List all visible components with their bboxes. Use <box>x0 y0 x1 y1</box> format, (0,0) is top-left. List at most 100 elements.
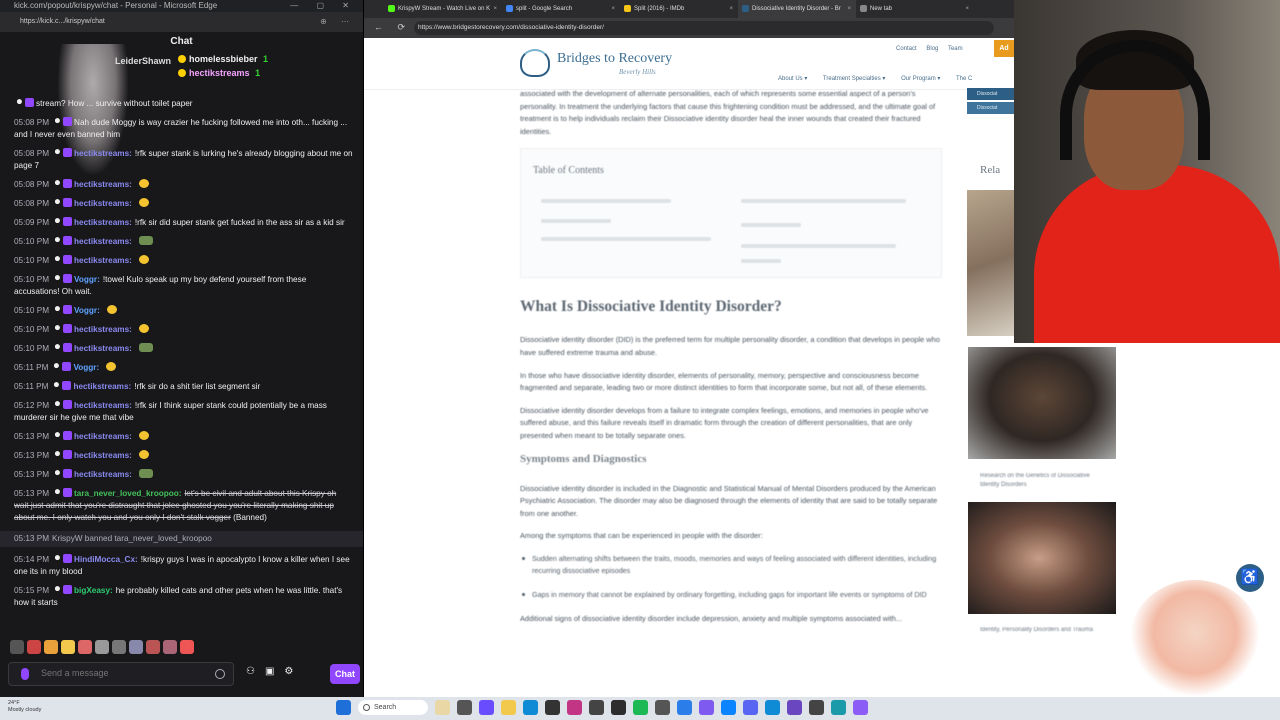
gifter-row[interactable]: homelessbieber 1 <box>178 54 268 64</box>
app-icon[interactable] <box>853 700 868 715</box>
app-icon[interactable] <box>765 700 780 715</box>
logo-icon[interactable] <box>520 49 550 77</box>
emote-icon[interactable] <box>44 640 58 654</box>
browser-tab[interactable]: Split (2016) - IMDb × <box>620 0 738 18</box>
nav-program[interactable]: Our Program ▾ <box>901 76 940 82</box>
app-icon[interactable] <box>479 700 494 715</box>
chat-input-box[interactable] <box>8 662 234 686</box>
app-icon[interactable] <box>677 700 692 715</box>
emote-icon[interactable] <box>27 640 41 654</box>
message-username[interactable]: hectikstreams: <box>74 199 132 208</box>
table-of-contents[interactable]: Table of Contents <box>520 148 942 279</box>
widget-icon[interactable] <box>435 700 450 715</box>
link-contact[interactable]: Contact <box>896 46 917 52</box>
emote-icon[interactable] <box>10 640 24 654</box>
message-username[interactable]: Voggr: <box>74 306 100 315</box>
message-username[interactable]: hectikstreams: <box>74 432 132 441</box>
emote-picker-icon[interactable] <box>215 669 225 679</box>
message-username[interactable]: Voggr: <box>73 363 99 372</box>
message-username[interactable]: hectikstreams: <box>74 451 132 460</box>
app-icon[interactable] <box>567 700 582 715</box>
link-team[interactable]: Team <box>948 46 963 52</box>
accessibility-icon[interactable]: ♿ <box>1236 564 1264 592</box>
message-username[interactable]: tara_never_loved_kroopoo: <box>74 489 181 498</box>
section-heading: What Is Dissociative Identity Disorder? <box>520 298 782 316</box>
message-username[interactable]: hectikstreams: <box>74 218 132 227</box>
related-article-caption[interactable]: Research on the Genetics of Dissociative… <box>980 472 1100 490</box>
message-username[interactable]: hectikstreams: <box>74 344 132 353</box>
emote-icon[interactable] <box>78 640 92 654</box>
gifter-left[interactable]: LeiderShawn <box>115 56 171 66</box>
app-icon[interactable] <box>831 700 846 715</box>
app-icon[interactable] <box>655 700 670 715</box>
emote-icon[interactable] <box>129 640 143 654</box>
message-username[interactable]: hectikstreams: <box>74 256 132 265</box>
emote-icon[interactable] <box>61 640 75 654</box>
related-article-caption[interactable]: Identity, Personality Disorders and Trau… <box>980 626 1100 635</box>
app-icon[interactable] <box>589 700 604 715</box>
chat-messages[interactable]: stream? How ... survive without toilet p… <box>0 98 363 638</box>
close-icon[interactable]: × <box>729 0 733 18</box>
message-username[interactable]: hectikstreams: <box>74 237 132 246</box>
emote-icon[interactable] <box>146 640 160 654</box>
app-icon[interactable] <box>787 700 802 715</box>
browser-tab[interactable]: New tab × <box>856 0 974 18</box>
browser-tab[interactable]: Dissociative Identity Disorder - Br × <box>738 0 856 18</box>
related-article-image[interactable] <box>968 347 1116 459</box>
window-controls[interactable]: — ▢ ✕ <box>290 0 357 12</box>
app-icon[interactable] <box>545 700 560 715</box>
app-icon[interactable] <box>721 700 736 715</box>
emote-icon[interactable] <box>180 640 194 654</box>
weather-widget[interactable]: 24°F Mostly cloudy <box>8 700 41 714</box>
message-username[interactable]: Voggr: <box>74 275 100 284</box>
emote-icon[interactable] <box>163 640 177 654</box>
app-icon[interactable] <box>633 700 648 715</box>
taskbar-search[interactable]: Search <box>358 700 428 715</box>
zoom-icon[interactable]: ⊕ ⋯ <box>320 12 355 32</box>
message-username[interactable]: bigXeasy: <box>74 586 113 595</box>
message-username[interactable]: hectikstreams: <box>74 149 132 158</box>
related-image[interactable] <box>967 190 1014 336</box>
chat-url-bar[interactable]: https://kick.c.../krispyw/chat ⊕ ⋯ <box>0 12 363 32</box>
discord-icon[interactable] <box>743 700 758 715</box>
close-icon[interactable]: × <box>493 0 497 18</box>
emote-icon <box>106 305 117 314</box>
nav-more[interactable]: The C <box>956 76 972 82</box>
message-username[interactable]: hectikstreams: <box>74 470 132 479</box>
message-username[interactable]: HindiMocca_Cx: <box>74 555 138 564</box>
link-blog[interactable]: Blog <box>926 46 938 52</box>
chat-message-input[interactable] <box>41 668 221 678</box>
close-icon[interactable]: × <box>611 0 615 18</box>
app-icon[interactable] <box>699 700 714 715</box>
message-username[interactable]: hectikstreams: <box>74 180 132 189</box>
settings-icon[interactable]: ⚙ <box>284 666 293 677</box>
url-field[interactable]: https://www.bridgestorecovery.com/dissoc… <box>414 21 994 35</box>
nav-about[interactable]: About Us ▾ <box>778 76 807 82</box>
taskview-icon[interactable] <box>457 700 472 715</box>
emote-icon[interactable] <box>95 640 109 654</box>
cta-button[interactable]: Ad <box>994 40 1014 57</box>
nav-buttons[interactable]: ← ⟳ <box>374 22 411 33</box>
message-username[interactable]: hectikstreams: <box>73 382 131 391</box>
users-icon[interactable]: ⚇ <box>246 666 255 677</box>
start-icon[interactable] <box>336 700 351 715</box>
message-username[interactable]: hectikstreams: <box>74 401 132 410</box>
folder-icon[interactable] <box>501 700 516 715</box>
related-article-image[interactable] <box>968 502 1116 614</box>
send-chat-button[interactable]: Chat <box>330 664 360 684</box>
app-icon[interactable] <box>611 700 626 715</box>
message-username[interactable]: hectikstreams: <box>74 325 132 334</box>
sidebar-tab[interactable]: Dissociat <box>967 88 1014 100</box>
sidebar-tab[interactable]: Dissociat <box>967 102 1014 114</box>
gifter-row[interactable]: hectikstreams 1 <box>178 68 260 78</box>
browser-tab[interactable]: split - Google Search × <box>502 0 620 18</box>
edge-icon[interactable] <box>523 700 538 715</box>
browser-tab[interactable]: KrispyW Stream - Watch Live on K × <box>384 0 502 18</box>
app-icon[interactable] <box>809 700 824 715</box>
site-logo[interactable]: Bridges to Recovery <box>557 51 672 67</box>
close-icon[interactable]: × <box>965 0 969 18</box>
emote-icon[interactable] <box>112 640 126 654</box>
close-icon[interactable]: × <box>847 0 851 18</box>
nav-treatment[interactable]: Treatment Specialties ▾ <box>823 76 885 82</box>
gift-icon[interactable]: ▣ <box>265 666 274 677</box>
